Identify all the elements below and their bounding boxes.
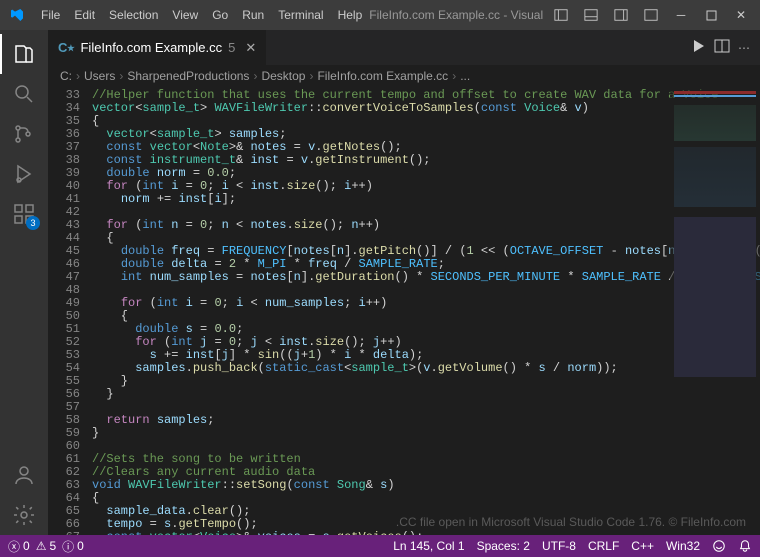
status-errors[interactable]: ⓧ 0: [8, 538, 30, 555]
source-control-icon[interactable]: [0, 114, 48, 154]
code-line[interactable]: const vector<Voice>& voices = s.getVoice…: [92, 531, 760, 535]
menu-view[interactable]: View: [165, 0, 205, 30]
explorer-icon[interactable]: [0, 34, 48, 74]
layout-toggle-bottom-icon[interactable]: [576, 0, 606, 30]
status-notifications-icon[interactable]: [738, 539, 752, 553]
code-line[interactable]: }: [92, 375, 760, 388]
breadcrumb-segment[interactable]: Desktop: [261, 69, 305, 83]
menu-go[interactable]: Go: [205, 0, 235, 30]
code-line[interactable]: void WAVFileWriter::setSong(const Song& …: [92, 479, 760, 492]
app-icon: [0, 7, 34, 23]
code-line[interactable]: }: [92, 388, 760, 401]
menu-bar: FileEditSelectionViewGoRunTerminalHelp: [34, 0, 369, 30]
status-info[interactable]: ⓘ 0: [62, 538, 84, 555]
title-bar: FileEditSelectionViewGoRunTerminalHelp F…: [0, 0, 760, 30]
code-line[interactable]: vector<sample_t> WAVFileWriter::convertV…: [92, 102, 760, 115]
line-number: 67: [48, 531, 80, 535]
activity-bar: 3: [0, 30, 48, 535]
breadcrumb-segment[interactable]: SharpenedProductions: [127, 69, 249, 83]
menu-file[interactable]: File: [34, 0, 67, 30]
breadcrumb-segment[interactable]: ...: [460, 69, 470, 83]
layout-toggle-left-icon[interactable]: [546, 0, 576, 30]
settings-gear-icon[interactable]: [0, 495, 48, 535]
watermark-text: .CC file open in Microsoft Visual Studio…: [396, 516, 746, 529]
menu-help[interactable]: Help: [331, 0, 370, 30]
code-line[interactable]: for (int n = 0; n < notes.size(); n++): [92, 219, 760, 232]
code-content[interactable]: //Helper function that uses the current …: [92, 87, 760, 535]
menu-selection[interactable]: Selection: [102, 0, 165, 30]
code-line[interactable]: for (int i = 0; i < num_samples; i++): [92, 297, 760, 310]
layout-toggle-right-icon[interactable]: [606, 0, 636, 30]
breadcrumbs[interactable]: C:›Users›SharpenedProductions›Desktop›Fi…: [48, 65, 760, 87]
breadcrumb-segment[interactable]: FileInfo.com Example.cc: [317, 69, 448, 83]
split-editor-icon[interactable]: [714, 38, 730, 57]
breadcrumb-segment[interactable]: Users: [84, 69, 115, 83]
code-line[interactable]: int num_samples = notes[n].getDuration()…: [92, 271, 760, 284]
cpp-file-icon: C٭: [58, 40, 74, 56]
breadcrumb-segment[interactable]: C:: [60, 69, 72, 83]
window-minimize-icon[interactable]: ─: [666, 0, 696, 30]
accounts-icon[interactable]: [0, 455, 48, 495]
extensions-icon[interactable]: 3: [0, 194, 48, 234]
status-bar: ⓧ 0 ⚠ 5 ⓘ 0 Ln 145, Col 1 Spaces: 2 UTF-…: [0, 535, 760, 557]
run-code-icon[interactable]: [690, 38, 706, 57]
window-close-icon[interactable]: ✕: [726, 0, 756, 30]
editor-tabs: C٭ FileInfo.com Example.cc 5 ✕ ⋯: [48, 30, 760, 65]
tab-problem-count: 5: [228, 40, 235, 55]
code-line[interactable]: norm += inst[i];: [92, 193, 760, 206]
search-icon[interactable]: [0, 74, 48, 114]
window-title: FileInfo.com Example.cc - Visual Studio …: [369, 8, 546, 22]
code-line[interactable]: samples.push_back(static_cast<sample_t>(…: [92, 362, 760, 375]
minimap[interactable]: [670, 87, 760, 535]
tab-close-icon[interactable]: ✕: [245, 40, 256, 56]
tab-label: FileInfo.com Example.cc: [80, 40, 222, 55]
status-line-col[interactable]: Ln 145, Col 1: [393, 539, 464, 553]
status-encoding[interactable]: UTF-8: [542, 539, 576, 553]
run-debug-icon[interactable]: [0, 154, 48, 194]
tab-example-cc[interactable]: C٭ FileInfo.com Example.cc 5 ✕: [48, 30, 267, 65]
layout-customize-icon[interactable]: [636, 0, 666, 30]
menu-terminal[interactable]: Terminal: [271, 0, 330, 30]
status-warnings[interactable]: ⚠ 5: [36, 539, 56, 553]
code-line[interactable]: }: [92, 427, 760, 440]
status-language[interactable]: C++: [631, 539, 654, 553]
status-eol[interactable]: CRLF: [588, 539, 619, 553]
line-number-gutter: 3334353637383940414243444546474849505152…: [48, 87, 92, 535]
status-indent[interactable]: Spaces: 2: [477, 539, 530, 553]
code-line[interactable]: return samples;: [92, 414, 760, 427]
more-actions-icon[interactable]: ⋯: [738, 41, 750, 55]
status-platform[interactable]: Win32: [666, 539, 700, 553]
extensions-badge: 3: [26, 216, 40, 230]
code-editor[interactable]: 3334353637383940414243444546474849505152…: [48, 87, 760, 535]
menu-run[interactable]: Run: [235, 0, 271, 30]
menu-edit[interactable]: Edit: [67, 0, 102, 30]
status-feedback-icon[interactable]: [712, 539, 726, 553]
window-maximize-icon[interactable]: [696, 0, 726, 30]
